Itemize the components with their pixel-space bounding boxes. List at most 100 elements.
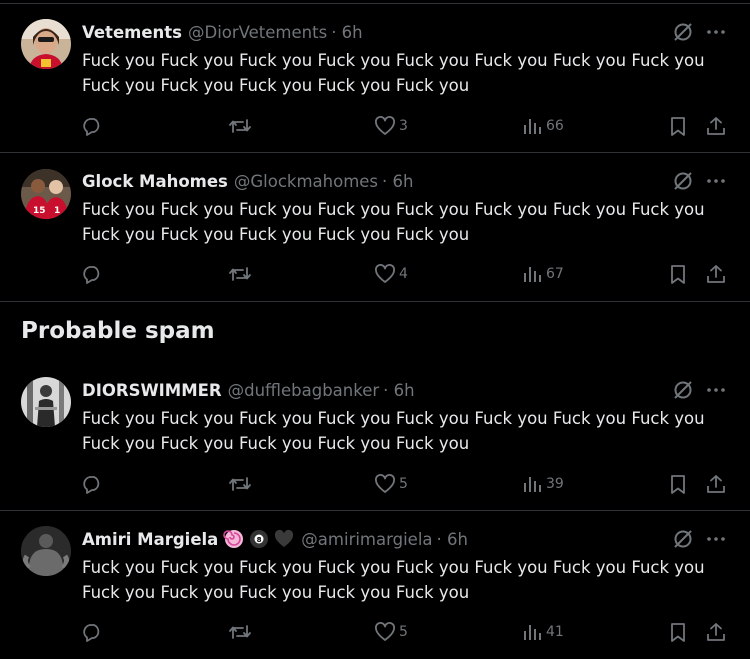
- like-button[interactable]: 5: [374, 472, 408, 496]
- tweet-timestamp[interactable]: · 6h: [331, 23, 362, 42]
- bookmark-button[interactable]: [668, 262, 688, 286]
- share-button[interactable]: [705, 472, 727, 496]
- repost-button[interactable]: [228, 472, 252, 496]
- views-button[interactable]: 39: [521, 472, 564, 496]
- reply-button[interactable]: [81, 472, 103, 496]
- tweet-4[interactable]: Amiri Margiela 8 @amirimargiela · 6h Fuc…: [0, 510, 750, 659]
- analytics-icon: [524, 267, 541, 282]
- view-count: 41: [546, 624, 564, 640]
- view-count: 66: [546, 118, 564, 134]
- like-count: 4: [399, 266, 408, 282]
- share-button[interactable]: [705, 620, 727, 644]
- timeline-feed: Vetements @DiorVetements · 6h Fuck you F…: [0, 0, 750, 659]
- bookmark-icon: [671, 475, 685, 494]
- reply-icon: [83, 476, 100, 494]
- repost-button[interactable]: [228, 262, 252, 286]
- heart-icon: [375, 116, 395, 135]
- tweet-actions: 5 39: [0, 472, 750, 496]
- user-handle[interactable]: @amirimargiela: [301, 530, 432, 549]
- views-button[interactable]: 66: [521, 114, 564, 138]
- grok-icon[interactable]: [672, 21, 694, 43]
- views-button[interactable]: 41: [521, 620, 564, 644]
- analytics-icon: [524, 625, 541, 640]
- repost-icon: [229, 119, 251, 133]
- reply-icon: [83, 118, 100, 136]
- tweet-2[interactable]: 15 1 Glock Mahomes @Glockmahomes · 6h Fu…: [0, 152, 750, 301]
- repost-button[interactable]: [228, 114, 252, 138]
- share-icon: [707, 475, 725, 493]
- avatar[interactable]: 15 1: [21, 169, 71, 219]
- eight-ball-icon: 8: [248, 528, 270, 550]
- tweet-timestamp[interactable]: · 6h: [383, 381, 414, 400]
- bookmark-button[interactable]: [668, 114, 688, 138]
- tweet-text: Fuck you Fuck you Fuck you Fuck you Fuck…: [82, 200, 705, 244]
- user-handle[interactable]: @DiorVetements: [188, 23, 327, 42]
- tweet-timestamp[interactable]: · 6h: [382, 172, 413, 191]
- like-count: 5: [399, 624, 408, 640]
- avatar[interactable]: [21, 19, 71, 69]
- tweet-3[interactable]: DIORSWIMMER @dufflebagbanker · 6h Fuck y…: [0, 361, 750, 510]
- heart-icon: [375, 474, 395, 493]
- grok-icon[interactable]: [672, 528, 694, 550]
- more-options-icon[interactable]: [705, 170, 727, 192]
- black-heart-icon: [273, 528, 295, 550]
- reply-button[interactable]: [81, 114, 103, 138]
- reply-icon: [83, 266, 100, 284]
- avatar[interactable]: [21, 526, 71, 576]
- tweet-actions: 3 66: [0, 114, 750, 138]
- bookmark-icon: [671, 265, 685, 284]
- share-icon: [707, 117, 725, 135]
- bookmark-icon: [671, 117, 685, 136]
- display-name[interactable]: Amiri Margiela: [82, 530, 218, 549]
- bookmark-button[interactable]: [668, 472, 688, 496]
- display-name[interactable]: Glock Mahomes: [82, 172, 228, 191]
- heart-icon: [375, 264, 395, 283]
- repost-icon: [229, 477, 251, 491]
- views-button[interactable]: 67: [521, 262, 564, 286]
- tweet-text: Fuck you Fuck you Fuck you Fuck you Fuck…: [82, 558, 705, 602]
- grok-icon[interactable]: [672, 170, 694, 192]
- repost-button[interactable]: [228, 620, 252, 644]
- like-button[interactable]: 4: [374, 262, 408, 286]
- reply-button[interactable]: [81, 262, 103, 286]
- tweet-timestamp[interactable]: · 6h: [437, 530, 468, 549]
- like-button[interactable]: 3: [374, 114, 408, 138]
- svg-text:15: 15: [33, 206, 46, 216]
- divider: [0, 301, 750, 302]
- lollipop-icon: [223, 528, 245, 550]
- display-name[interactable]: DIORSWIMMER: [82, 381, 222, 400]
- svg-text:1: 1: [54, 206, 60, 216]
- section-title: Probable spam: [21, 318, 215, 344]
- reply-button[interactable]: [81, 620, 103, 644]
- share-button[interactable]: [705, 114, 727, 138]
- tweet-text: Fuck you Fuck you Fuck you Fuck you Fuck…: [82, 51, 705, 95]
- avatar[interactable]: [21, 377, 71, 427]
- view-count: 67: [546, 266, 564, 282]
- like-button[interactable]: 5: [374, 620, 408, 644]
- share-icon: [707, 265, 725, 283]
- repost-icon: [229, 267, 251, 281]
- analytics-icon: [524, 119, 541, 134]
- more-options-icon[interactable]: [705, 528, 727, 550]
- user-handle[interactable]: @Glockmahomes: [234, 172, 378, 191]
- tweet-text: Fuck you Fuck you Fuck you Fuck you Fuck…: [82, 409, 705, 453]
- bookmark-icon: [671, 623, 685, 642]
- grok-icon[interactable]: [672, 379, 694, 401]
- like-count: 3: [399, 118, 408, 134]
- repost-icon: [229, 625, 251, 639]
- reply-icon: [83, 624, 100, 642]
- share-button[interactable]: [705, 262, 727, 286]
- analytics-icon: [524, 477, 541, 492]
- tweet-actions: 4 67: [0, 262, 750, 286]
- user-handle[interactable]: @dufflebagbanker: [228, 381, 380, 400]
- more-options-icon[interactable]: [705, 21, 727, 43]
- like-count: 5: [399, 476, 408, 492]
- more-options-icon[interactable]: [705, 379, 727, 401]
- emoji-badges: 8: [223, 528, 295, 550]
- tweet-1[interactable]: Vetements @DiorVetements · 6h Fuck you F…: [0, 0, 750, 152]
- bookmark-button[interactable]: [668, 620, 688, 644]
- display-name[interactable]: Vetements: [82, 23, 182, 42]
- heart-icon: [375, 622, 395, 641]
- tweet-actions: 5 41: [0, 620, 750, 644]
- svg-text:8: 8: [257, 536, 262, 544]
